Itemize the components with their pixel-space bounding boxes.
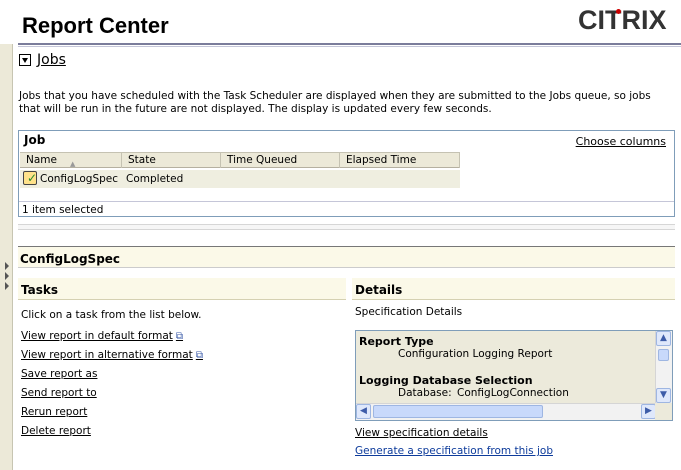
horizontal-scroll-thumb[interactable] <box>373 405 543 418</box>
save-report-as-link[interactable]: Save report as <box>21 368 97 380</box>
view-specification-details-link[interactable]: View specification details <box>355 427 488 439</box>
scrollbar-corner <box>655 403 672 420</box>
job-complete-icon <box>23 171 37 185</box>
delete-report-link[interactable]: Delete report <box>21 425 91 437</box>
choose-columns-link[interactable]: Choose columns <box>576 135 666 148</box>
external-link-icon: ⧉ <box>175 331 184 342</box>
column-header-state[interactable]: State <box>122 153 221 168</box>
selection-status: 1 item selected <box>22 204 104 216</box>
specification-details-label: Specification Details <box>355 306 463 318</box>
jobs-description: Jobs that you have scheduled with the Ta… <box>19 90 651 115</box>
horizontal-splitter[interactable] <box>18 224 675 230</box>
details-title: Details <box>355 283 403 297</box>
specification-details-box[interactable]: Report Type Configuration Logging Report… <box>355 330 673 421</box>
scroll-up-icon[interactable]: ▲ <box>656 331 671 346</box>
external-link-icon: ⧉ <box>195 350 203 361</box>
horizontal-scrollbar[interactable]: ◀ ▶ <box>356 403 656 420</box>
send-report-to-link[interactable]: Send report to <box>21 387 97 399</box>
tasks-panel: Tasks Click on a task from the list belo… <box>18 278 346 468</box>
job-table-header: Name ▲ State Time Queued Elapsed Time <box>20 152 460 168</box>
splitter-grip-icon[interactable] <box>4 260 10 290</box>
jobs-collapse-toggle[interactable] <box>19 54 31 66</box>
left-resize-strip[interactable] <box>0 44 13 470</box>
report-type-value: Configuration Logging Report <box>398 348 553 360</box>
database-selection-label: Logging Database Selection <box>359 374 533 387</box>
job-list-panel: Job Choose columns Name ▲ State Time Que… <box>18 130 675 217</box>
details-header: Details <box>352 278 675 300</box>
report-type-label: Report Type <box>359 335 434 348</box>
job-panel-title: Job <box>24 133 46 147</box>
jobs-section-label[interactable]: Jobs <box>37 52 66 68</box>
database-label: Database: <box>398 387 452 399</box>
database-value: ConfigLogConnection <box>457 387 569 399</box>
view-report-default-link[interactable]: View report in default format ⧉ <box>21 330 183 342</box>
job-status-divider <box>19 201 674 202</box>
table-row[interactable]: ConfigLogSpec Completed <box>20 170 460 188</box>
vertical-scrollbar[interactable]: ▲ ▼ <box>655 331 672 403</box>
scroll-down-icon[interactable]: ▼ <box>656 388 671 403</box>
rerun-report-link[interactable]: Rerun report <box>21 406 87 418</box>
selected-job-title: ConfigLogSpec <box>20 252 121 266</box>
vertical-scroll-thumb[interactable] <box>658 349 669 361</box>
tasks-intro: Click on a task from the list below. <box>21 309 202 321</box>
column-header-name[interactable]: Name ▲ <box>20 153 122 168</box>
tasks-title: Tasks <box>21 283 59 297</box>
citrix-logo: CITRIX <box>578 5 667 35</box>
header-divider <box>18 43 681 47</box>
scroll-left-icon[interactable]: ◀ <box>356 404 371 419</box>
view-report-alternative-link[interactable]: View report in alternative format ⧉ <box>21 349 203 361</box>
page-title: Report Center <box>22 13 169 38</box>
column-header-elapsed-time[interactable]: Elapsed Time <box>340 153 460 168</box>
column-header-time-queued[interactable]: Time Queued <box>221 153 340 168</box>
details-panel: Details Specification Details Report Typ… <box>352 278 675 468</box>
logo-dot <box>616 9 621 14</box>
tasks-header: Tasks <box>18 278 346 300</box>
selected-job-header: ConfigLogSpec <box>18 246 675 268</box>
scroll-right-icon[interactable]: ▶ <box>641 404 656 419</box>
job-name-cell: ConfigLogSpec <box>40 173 119 185</box>
app-header: Report Center CITRIX <box>0 0 681 44</box>
generate-specification-link[interactable]: Generate a specification from this job <box>355 445 553 457</box>
job-state-cell: Completed <box>126 173 184 185</box>
